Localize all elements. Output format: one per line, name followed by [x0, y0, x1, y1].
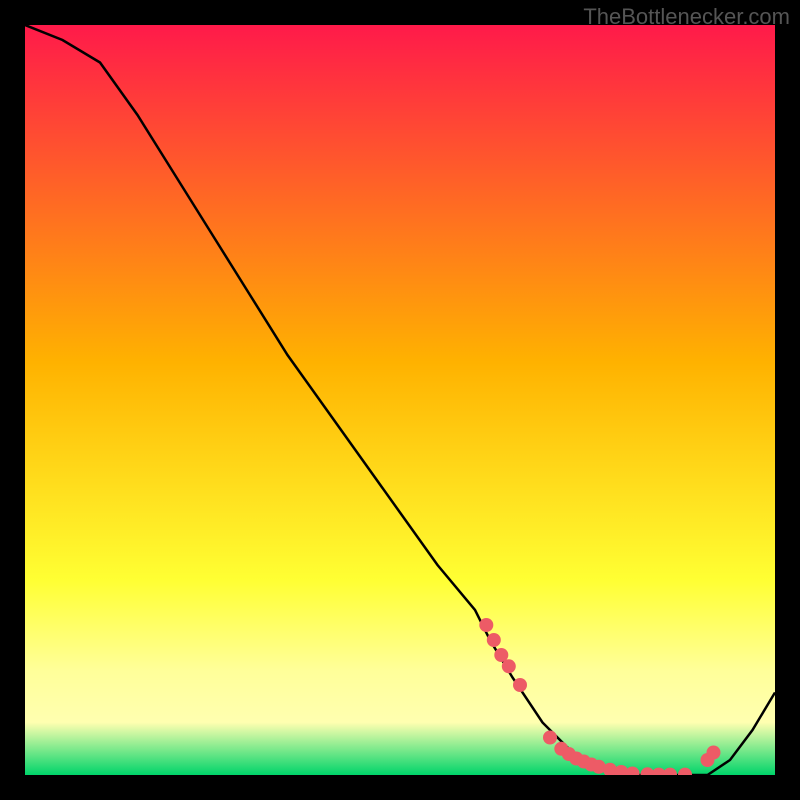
chart-frame: TheBottlenecker.com — [0, 0, 800, 800]
data-marker — [707, 746, 721, 760]
watermark-text: TheBottlenecker.com — [583, 4, 790, 30]
plot-area — [25, 25, 775, 775]
data-marker — [513, 678, 527, 692]
data-marker — [479, 618, 493, 632]
chart-svg — [25, 25, 775, 775]
data-marker — [487, 633, 501, 647]
data-marker — [543, 731, 557, 745]
data-marker — [502, 659, 516, 673]
gradient-background — [25, 25, 775, 775]
